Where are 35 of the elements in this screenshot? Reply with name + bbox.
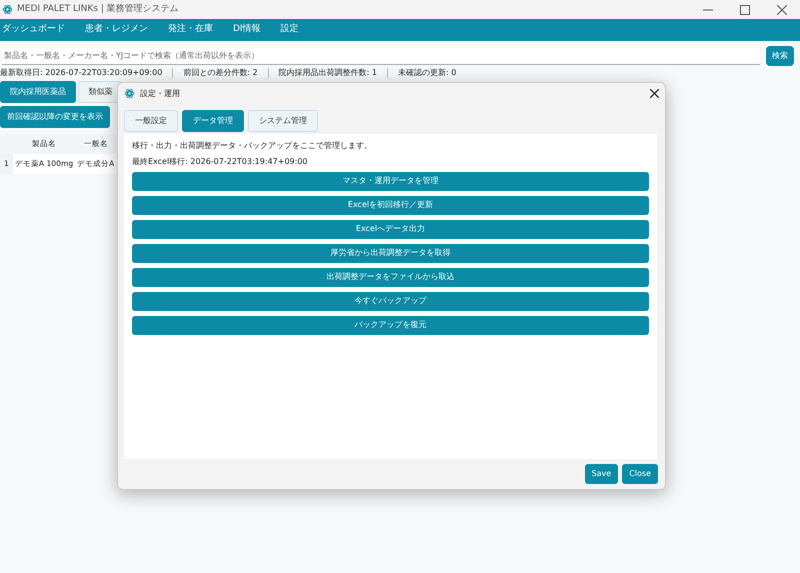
status-text: 未確認の更新: 0 [398,68,456,78]
filter-button[interactable]: 院内採用医薬品 [0,81,76,103]
tab[interactable]: データ管理 [182,110,244,132]
tab[interactable]: システム管理 [248,110,318,132]
app-logo-icon [2,4,13,15]
action-button[interactable]: 今すぐバックアップ [132,292,649,311]
save-button[interactable]: Save [584,464,618,484]
close-icon[interactable] [776,4,786,14]
status-text: 最新取得日: 2026-07-22T03:20:09+09:00 [0,68,162,78]
action-button[interactable]: 出荷調整データをファイルから取込 [132,268,649,287]
action-button[interactable]: マスタ・運用データを管理 [132,172,649,191]
window-title: MEDI PALET LINKs | 業務管理システム [17,2,179,16]
last-migration-text: 最終Excel移行: 2026-07-22T03:19:47+09:00 [132,156,308,168]
menu-item[interactable]: 患者・レジメン [85,23,148,37]
status-text: 前回との差分件数: 2 [183,68,258,78]
search-button[interactable]: 検索 [766,46,794,66]
changes-button[interactable]: 前回確認以降の変更を表示 [0,106,110,128]
action-button[interactable]: バックアップを復元 [132,316,649,335]
filter-button[interactable]: 類似薬 [78,81,122,103]
dialog-logo-icon [124,88,135,100]
menu-item[interactable]: 発注・在庫 [168,23,213,37]
menu-item[interactable]: 設定 [280,23,299,37]
maximize-icon[interactable] [740,4,750,14]
description-text: 移行・出力・出荷調整データ・バックアップをここで管理します。 [132,140,373,152]
action-button[interactable]: Excelへデータ出力 [132,220,649,239]
dialog-title: 設定・運用 [140,88,180,100]
action-button[interactable]: Excelを初回移行／更新 [132,196,649,215]
status-text: 院内採用品出荷調整件数: 1 [278,68,377,78]
close-button[interactable]: Close [622,464,658,484]
menu-item[interactable]: DI情報 [233,23,261,37]
search-field[interactable]: 製品名・一般名・メーカー名・YJコードで検索（通常出荷以外を表示） [2,48,760,64]
tab[interactable]: 一般設定 [124,110,178,132]
menu-item[interactable]: ダッシュボード [2,23,65,37]
close-icon[interactable] [650,89,659,98]
action-button[interactable]: 厚労省から出荷調整データを取得 [132,244,649,263]
